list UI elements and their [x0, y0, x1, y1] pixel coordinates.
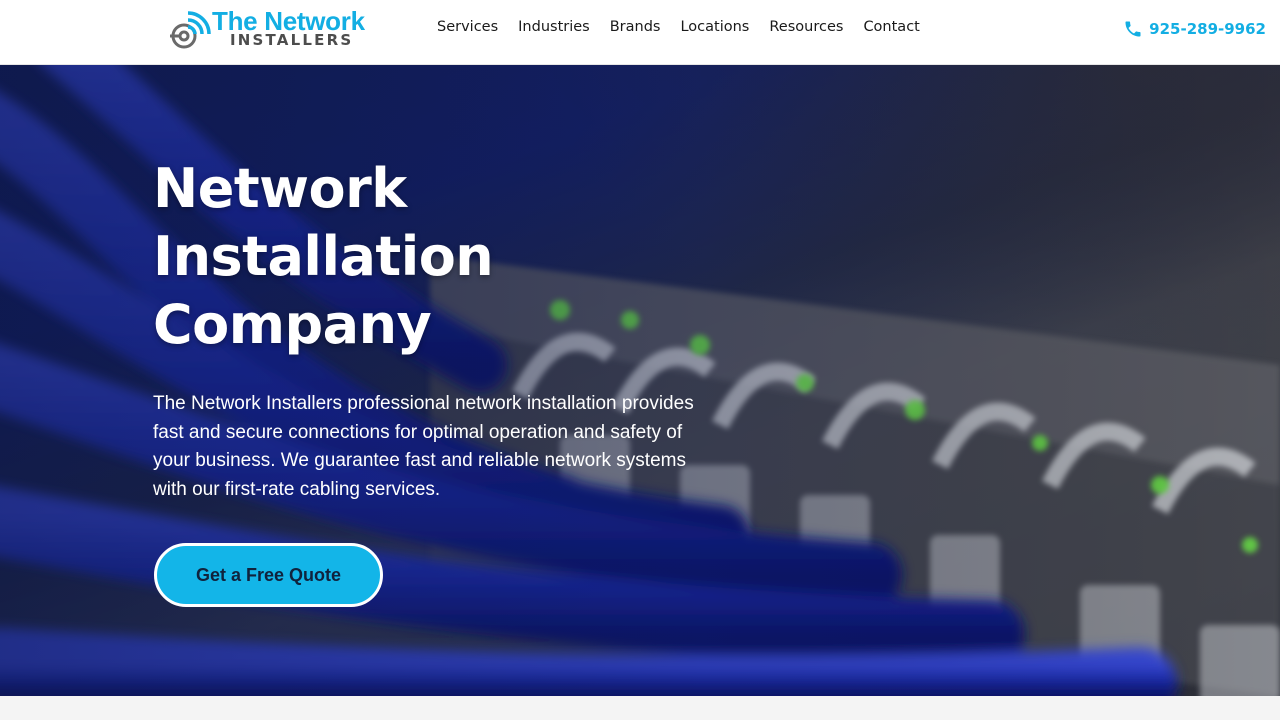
logo-subtitle: INSTALLERS [230, 31, 354, 49]
phone-icon [1125, 21, 1141, 37]
wifi-target-logo-icon [170, 11, 211, 49]
nav-locations[interactable]: Locations [680, 19, 749, 39]
nav-brands[interactable]: Brands [610, 19, 661, 39]
nav-contact[interactable]: Contact [863, 19, 919, 39]
main-nav: Services Industries Brands Locations Res… [437, 19, 940, 39]
hero-section: Network Installation Company The Network… [0, 65, 1280, 696]
hero-title: Network Installation Company [153, 157, 494, 356]
hero-description: The Network Installers professional netw… [153, 393, 694, 500]
site-header: The Network INSTALLERS Services Industri… [0, 0, 1280, 65]
nav-industries[interactable]: Industries [518, 19, 590, 39]
get-free-quote-button[interactable]: Get a Free Quote [154, 543, 383, 607]
nav-services[interactable]: Services [437, 19, 498, 39]
phone-number: 925-289-9962 [1149, 20, 1266, 38]
nav-resources[interactable]: Resources [769, 19, 843, 39]
phone-link[interactable]: 925-289-9962 [1123, 18, 1266, 40]
next-section-edge [0, 696, 1280, 720]
site-logo[interactable]: The Network INSTALLERS [170, 6, 382, 52]
